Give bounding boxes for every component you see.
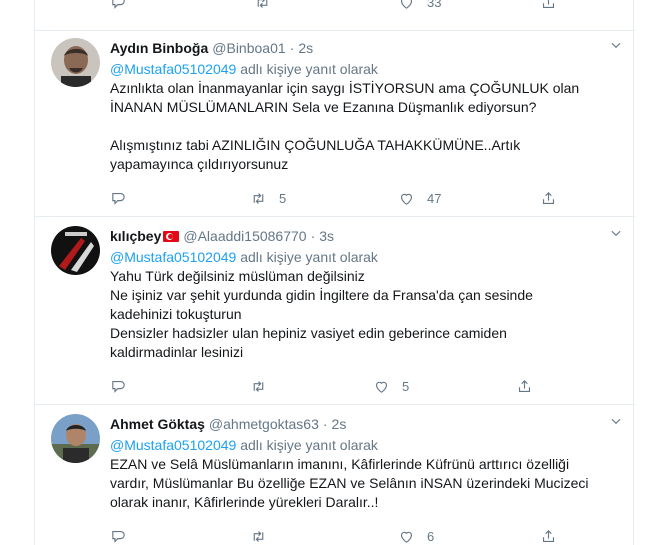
like-button[interactable]: 47 — [398, 188, 441, 208]
user-handle[interactable]: @Alaaddi15086770 — [183, 228, 306, 244]
chevron-down-icon[interactable] — [609, 226, 623, 240]
tweet-actions: 5 47 — [110, 188, 555, 208]
heart-icon — [375, 381, 388, 393]
share-icon — [542, 191, 555, 204]
user-handle[interactable]: @Binboa01 — [212, 40, 285, 56]
retweet-button[interactable] — [254, 0, 271, 12]
retweet-button[interactable]: 5 — [250, 188, 286, 208]
reply-context: @Mustafa05102049 adlı kişiye yanıt olara… — [110, 247, 610, 267]
reply-context-label: adlı kişiye yanıt olarak — [240, 249, 378, 265]
turkey-flag-icon — [163, 230, 180, 242]
share-button[interactable] — [540, 526, 557, 545]
timestamp[interactable]: 2s — [298, 40, 313, 56]
like-count: 47 — [427, 190, 442, 206]
like-count: 6 — [427, 528, 435, 544]
reply-button[interactable] — [110, 188, 139, 208]
retweet-count: 5 — [279, 190, 287, 206]
share-icon — [518, 379, 531, 392]
share-button[interactable] — [540, 0, 557, 12]
share-icon — [542, 529, 555, 542]
share-button[interactable] — [540, 188, 557, 208]
reply-button[interactable] — [110, 376, 139, 396]
like-button[interactable]: 33 — [398, 0, 441, 12]
display-name[interactable]: kılıçbey — [110, 228, 161, 244]
tweet[interactable]: kılıçbey @Alaaddi15086770 · 3s @Mustafa0… — [35, 218, 635, 403]
avatar[interactable] — [51, 226, 100, 275]
retweet-icon — [253, 192, 264, 204]
heart-icon — [400, 193, 413, 205]
tweet-actions: 6 — [110, 526, 555, 545]
separator-dot: · — [310, 228, 316, 244]
divider — [35, 404, 635, 405]
separator-dot: · — [289, 40, 295, 56]
tweet[interactable]: Aydın Binboğa @Binboa01 · 2s @Mustafa051… — [35, 30, 635, 215]
reply-button[interactable] — [110, 0, 127, 12]
heart-icon — [400, 531, 413, 543]
tweet[interactable]: Ahmet Göktaş @ahmetgoktas63 · 2s @Mustaf… — [35, 406, 635, 545]
tweet-text: Yahu Türk değilsiniz müslüman değilsiniz… — [110, 268, 533, 360]
tweet-text: Azınlıkta olan İnanmayanlar için saygı İ… — [110, 80, 580, 172]
reply-button[interactable] — [110, 526, 139, 545]
mention-link[interactable]: @Mustafa05102049 — [110, 61, 236, 77]
mention-link[interactable]: @Mustafa05102049 — [110, 437, 236, 453]
tweet-timeline: 33 Aydın Binboğa @Binboa01 · 2s @Mustafa… — [34, 0, 635, 545]
heart-icon — [400, 0, 413, 9]
user-handle[interactable]: @ahmetgoktas63 — [209, 416, 319, 432]
share-button[interactable] — [516, 376, 533, 396]
like-button[interactable]: 5 — [373, 376, 409, 396]
display-name[interactable]: Aydın Binboğa — [110, 40, 208, 56]
retweet-button[interactable] — [250, 526, 279, 545]
chevron-down-icon[interactable] — [609, 38, 623, 52]
reply-icon — [112, 0, 125, 9]
previous-tweet-actions: 33 — [110, 0, 555, 12]
reply-context: @Mustafa05102049 adlı kişiye yanıt olara… — [110, 435, 610, 455]
timestamp[interactable]: 3s — [319, 228, 334, 244]
display-name[interactable]: Ahmet Göktaş — [110, 416, 205, 432]
reply-context-label: adlı kişiye yanıt olarak — [240, 437, 378, 453]
like-count: 5 — [402, 378, 410, 394]
like-button[interactable]: 6 — [398, 526, 434, 545]
reply-context: @Mustafa05102049 adlı kişiye yanıt olara… — [110, 59, 610, 79]
reply-icon — [112, 530, 125, 543]
mention-link[interactable]: @Mustafa05102049 — [110, 249, 236, 265]
timestamp[interactable]: 2s — [332, 416, 347, 432]
retweet-button[interactable] — [250, 376, 279, 396]
divider — [35, 216, 635, 217]
share-icon — [542, 0, 555, 8]
separator-dot: · — [322, 416, 328, 432]
avatar[interactable] — [51, 38, 100, 87]
avatar[interactable] — [51, 414, 100, 463]
reply-icon — [112, 192, 125, 205]
retweet-icon — [257, 0, 268, 8]
reply-context-label: adlı kişiye yanıt olarak — [240, 61, 378, 77]
like-count: 33 — [427, 0, 442, 10]
tweet-actions: 5 — [110, 376, 540, 396]
chevron-down-icon[interactable] — [609, 414, 623, 428]
retweet-icon — [253, 530, 264, 542]
retweet-icon — [253, 380, 264, 392]
tweet-text: EZAN ve Selâ Müslümanların imanını, Kâfi… — [110, 456, 589, 510]
reply-icon — [112, 380, 125, 393]
